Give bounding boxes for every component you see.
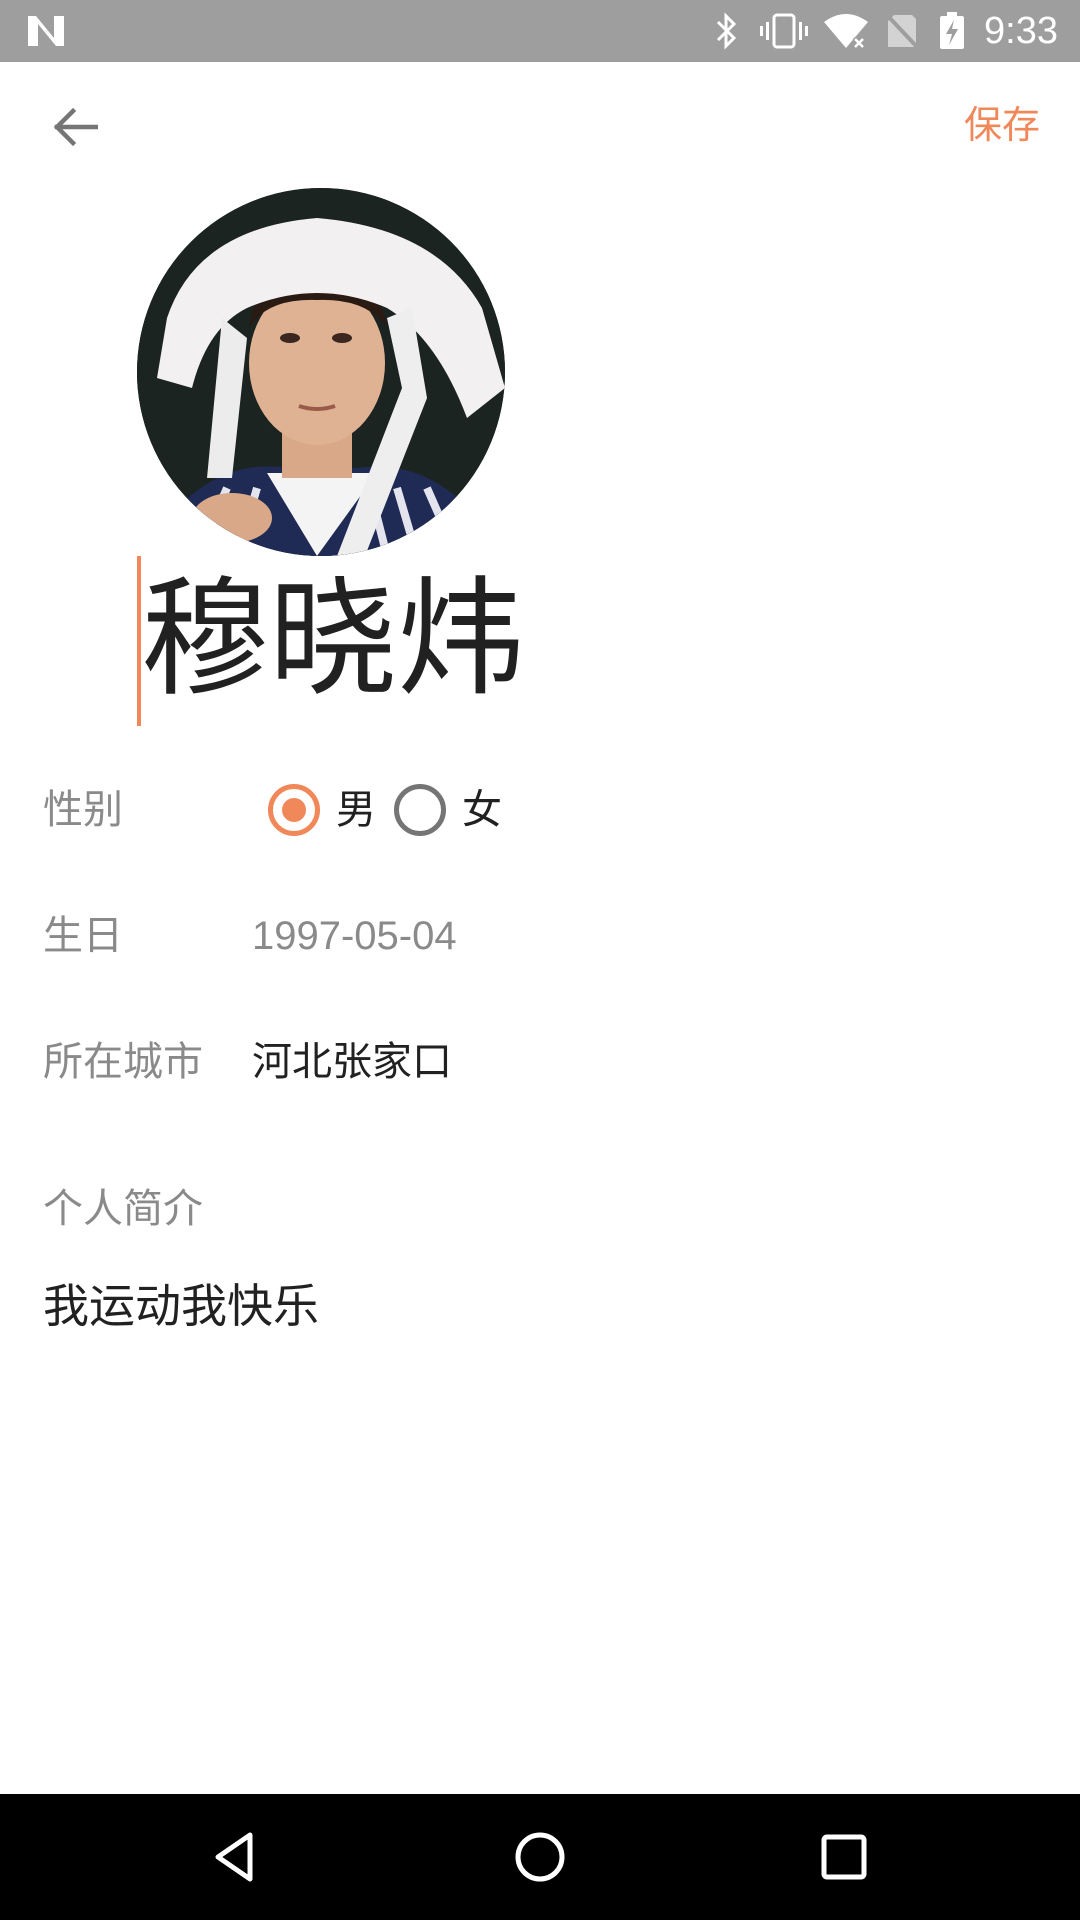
birthday-label: 生日 — [43, 913, 123, 959]
city-label: 所在城市 — [43, 1039, 203, 1085]
gender-label: 性别 — [43, 787, 123, 833]
radio-female-label[interactable]: 女 — [462, 784, 502, 836]
radio-selected-dot — [282, 798, 306, 822]
recents-square-icon[interactable] — [814, 1827, 874, 1887]
vibrate-icon — [760, 13, 808, 49]
profile-photo — [137, 188, 505, 556]
bio-field[interactable]: 我运动我快乐 — [43, 1276, 319, 1336]
n-logo-icon — [28, 16, 64, 46]
arrow-left-icon — [53, 107, 98, 147]
radio-male[interactable] — [268, 784, 320, 836]
navigation-bar — [0, 1794, 1080, 1920]
back-button[interactable] — [40, 92, 110, 162]
status-bar: 9:33 — [0, 0, 1080, 62]
radio-female[interactable] — [394, 784, 446, 836]
avatar[interactable] — [137, 188, 505, 556]
bluetooth-icon — [716, 12, 737, 50]
back-triangle-icon[interactable] — [206, 1827, 266, 1887]
save-button[interactable]: 保存 — [964, 100, 1040, 150]
name-input[interactable]: 穆晓炜 — [137, 556, 737, 726]
home-circle-icon[interactable] — [510, 1827, 570, 1887]
app-bar: 保存 — [0, 62, 1080, 192]
battery-charging-icon — [940, 12, 964, 49]
no-sim-icon — [884, 12, 920, 50]
radio-male-label[interactable]: 男 — [336, 784, 376, 836]
city-field[interactable]: 河北张家口 — [252, 1036, 452, 1088]
birthday-field[interactable]: 1997-05-04 — [252, 910, 457, 962]
name-text: 穆晓炜 — [141, 565, 526, 714]
wifi-icon — [824, 14, 868, 50]
bio-label: 个人简介 — [43, 1186, 203, 1232]
status-time: 9:33 — [984, 10, 1058, 52]
